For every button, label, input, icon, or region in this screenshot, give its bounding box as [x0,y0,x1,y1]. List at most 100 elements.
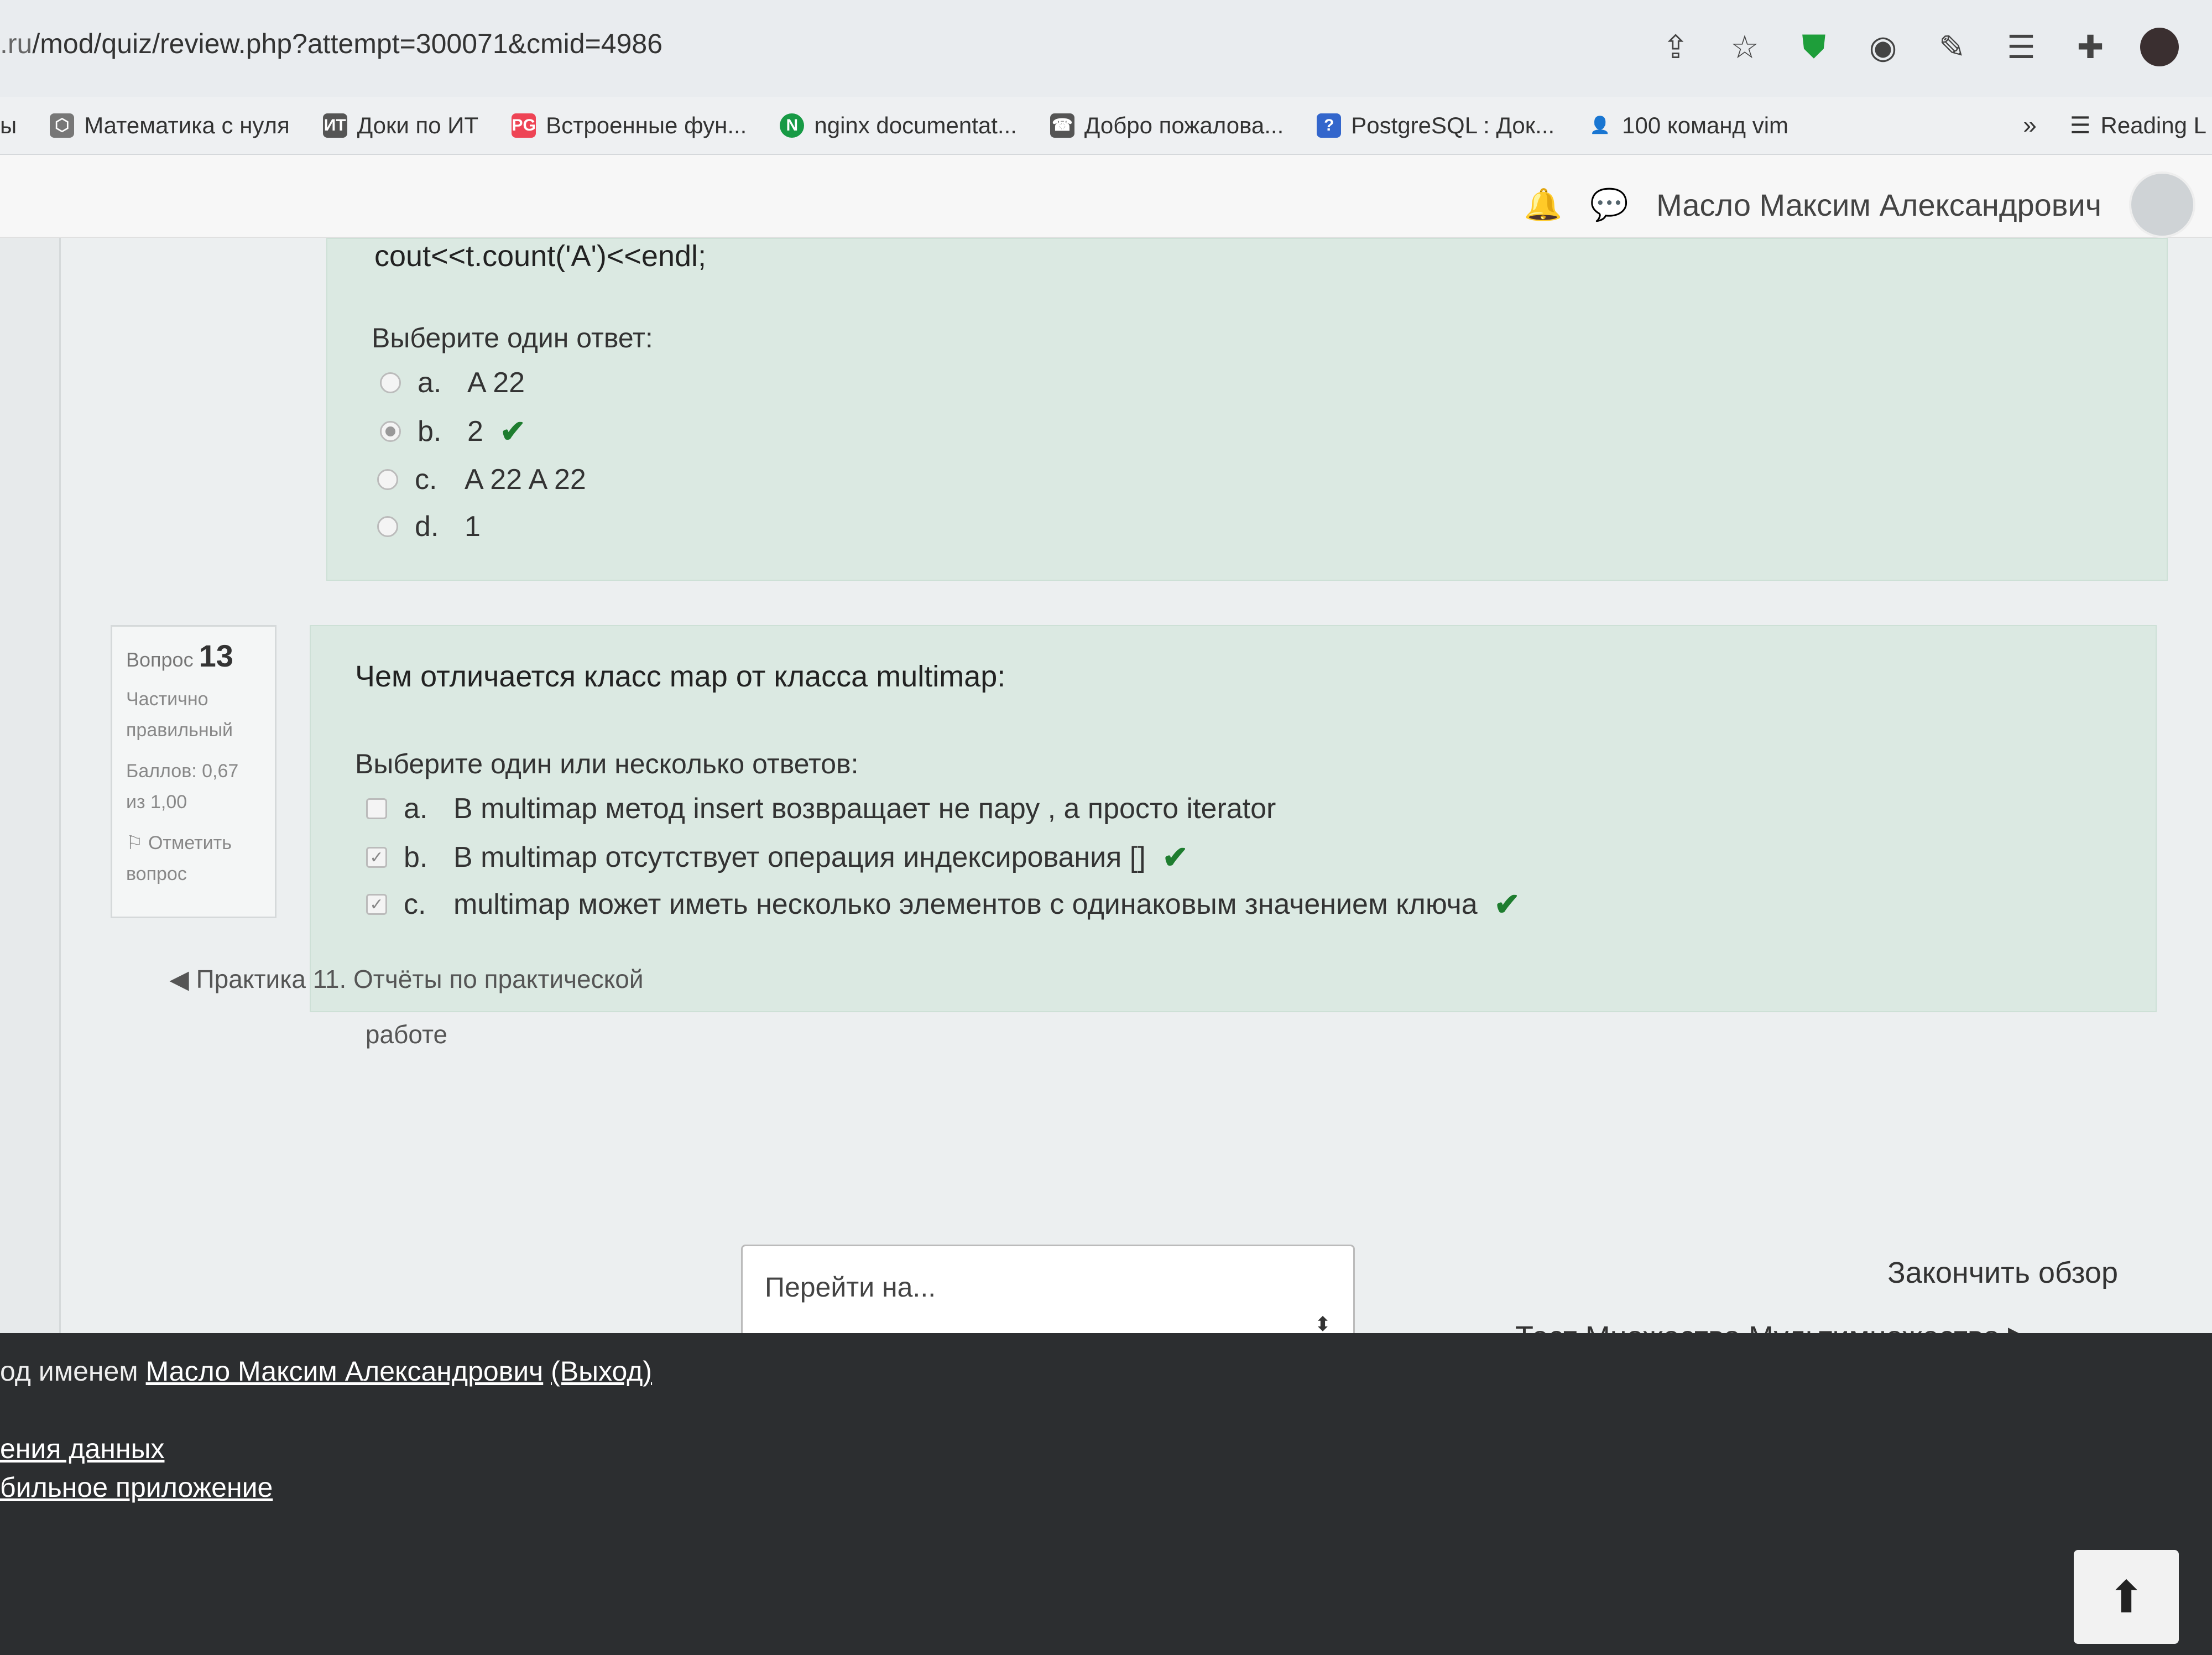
answer-letter: b. [404,841,428,873]
reading-list-button[interactable]: ☰ Reading L [2070,112,2212,139]
radio-button[interactable] [377,469,398,490]
bookmark-label: ы [0,112,17,138]
bookmark-star-icon[interactable]: ☆ [1725,28,1764,66]
bell-icon[interactable]: 🔔 [1524,186,1563,223]
answer-text: 1 [465,511,481,543]
bookmark-label: Математика с нуля [84,112,290,138]
answer-letter: a. [404,793,428,825]
bookmark-label: PostgreSQL : Док... [1351,112,1555,138]
bookmark-item[interactable]: ☎ Добро пожалова... [1050,112,1284,139]
correct-check-icon: ✔ [499,414,526,449]
answer-text: В multimap метод insert возвращает не па… [453,793,1276,825]
bookmark-item[interactable]: ы [0,112,17,139]
translate-extension-icon[interactable]: ✎ [1933,28,1971,66]
user-name[interactable]: Масло Максим Александрович [1656,187,2101,223]
chat-icon[interactable]: 💬 [1590,186,1629,223]
bookmark-label: Доки по ИТ [357,112,479,138]
answer-text: A 22 [467,367,525,399]
phone-icon: ☎ [1050,113,1074,138]
bookmark-item[interactable]: ИТ Доки по ИТ [322,112,479,139]
puzzle-icon[interactable]: ✚ [2071,28,2110,66]
question-icon: ? [1317,113,1342,138]
previous-activity-link[interactable]: ◀ Практика 11. Отчёты по практической ра… [158,951,655,1062]
browser-actions: ⇪ ☆ ⛊ ◉ ✎ ☰ ✚ [1656,28,2179,66]
checkbox-checked[interactable]: ✓ [366,894,387,915]
answer-letter: c. [404,888,426,920]
page-footer: од именем Масло Максим Александрович (Вы… [0,1333,2212,1655]
bookmark-item[interactable]: 👤 100 команд vim [1588,112,1788,139]
flag-question-link[interactable]: ⚐ Отметить вопрос [126,828,261,889]
bookmark-item[interactable]: PG Встроенные фун... [512,112,747,139]
checkbox-checked[interactable]: ✓ [366,847,387,868]
bookmark-label: Встроенные фун... [546,112,747,138]
correct-check-icon: ✔ [1494,887,1520,922]
question-12: cout<<t.count('A')<<endl; Выберите один … [326,238,2168,581]
answer-option[interactable]: ✓ b. В multimap отсутствует операция инд… [366,839,1188,876]
url-host: .ru [0,28,33,59]
radio-button-selected[interactable] [380,421,401,442]
url-path: /mod/quiz/review.php?attempt=300071&cmid… [32,28,663,59]
answer-option[interactable]: d. 1 [377,510,481,543]
answer-prompt: Выберите один ответ: [372,322,653,353]
question-score: Баллов: 0,67 из 1,00 [126,761,239,813]
profile-avatar-icon[interactable] [2140,28,2179,66]
answer-option[interactable]: b. 2 ✔ [380,413,526,450]
finish-review-link[interactable]: Закончить обзор [1887,1256,2118,1290]
avatar[interactable] [2129,171,2195,238]
reading-list-extension-icon[interactable]: ☰ [2002,28,2041,66]
page-content: cout<<t.count('A')<<endl; Выберите один … [0,238,2212,1333]
address-bar[interactable]: .ru/mod/quiz/review.php?attempt=300071&c… [0,28,662,60]
reading-list-label: Reading L [2100,112,2206,138]
logged-in-info: од именем Масло Максим Александрович (Вы… [0,1355,652,1387]
answer-text: A 22 A 22 [465,464,586,496]
arrow-up-icon: ⬆ [2107,1572,2145,1622]
question-number-value: 13 [199,638,233,673]
answer-letter: d. [415,511,439,543]
bookmark-item[interactable]: ⬡ Математика с нуля [50,112,290,139]
data-retention-link[interactable]: ения данных [0,1433,164,1465]
logged-in-prefix: од именем [0,1356,138,1387]
bookmark-item[interactable]: ? PostgreSQL : Док... [1317,112,1554,139]
shield-extension-icon[interactable]: ⛊ [1794,28,1833,66]
pg-icon: PG [512,113,536,138]
question-code: cout<<t.count('A')<<endl; [374,240,707,273]
checkbox[interactable] [366,798,387,819]
reading-list-icon: ☰ [2069,112,2091,138]
answer-prompt: Выберите один или несколько ответов: [355,748,859,779]
logout-link[interactable]: (Выход) [551,1356,652,1387]
bookmarks-bar: ы ⬡ Математика с нуля ИТ Доки по ИТ PG Встр… [0,97,2212,155]
jump-to-label: Перейти на... [765,1272,936,1303]
question-status: Частично правильный [126,689,233,741]
mobile-app-link[interactable]: бильное приложение [0,1471,273,1503]
bookmark-label: Добро пожалова... [1084,112,1284,138]
bookmarks-more-button[interactable]: » [2023,112,2036,139]
site-navbar: 🔔 💬 Масло Максим Александрович [0,155,2212,238]
answer-letter: a. [418,367,442,399]
it-docs-icon: ИТ [322,113,347,138]
left-drawer [0,238,61,1333]
answer-letter: c. [415,464,437,496]
radio-button[interactable] [380,372,401,393]
user-profile-link[interactable]: Масло Максим Александрович [146,1356,544,1387]
answer-option[interactable]: a. A 22 [380,366,525,399]
answer-text: В multimap отсутствует операция индексир… [453,841,1146,873]
radio-button[interactable] [377,516,398,537]
question-label: Вопрос [126,648,194,671]
cube-icon: ⬡ [50,113,75,138]
browser-toolbar: .ru/mod/quiz/review.php?attempt=300071&c… [0,0,2212,97]
answer-text: 2 [467,415,483,447]
share-icon[interactable]: ⇪ [1656,28,1695,66]
bookmark-item[interactable]: Nnginx documentat... [780,112,1017,139]
select-arrows-icon: ⬍ [1314,1313,1331,1335]
bookmark-label: nginx documentat... [814,112,1017,138]
bookmark-label: 100 команд vim [1622,112,1789,138]
answer-letter: b. [418,415,442,447]
extension-icon[interactable]: ◉ [1864,28,1902,66]
answer-option[interactable]: ✓ c. multimap может иметь несколько элем… [366,886,1520,923]
nginx-icon: N [780,113,805,138]
user-icon: 👤 [1589,116,1610,134]
answer-option[interactable]: c. A 22 A 22 [377,463,586,496]
back-to-top-button[interactable]: ⬆ [2074,1550,2179,1644]
question-text: Чем отличается класс map от класса multi… [355,660,1006,693]
answer-option[interactable]: a. В multimap метод insert возвращает не… [366,792,1276,825]
